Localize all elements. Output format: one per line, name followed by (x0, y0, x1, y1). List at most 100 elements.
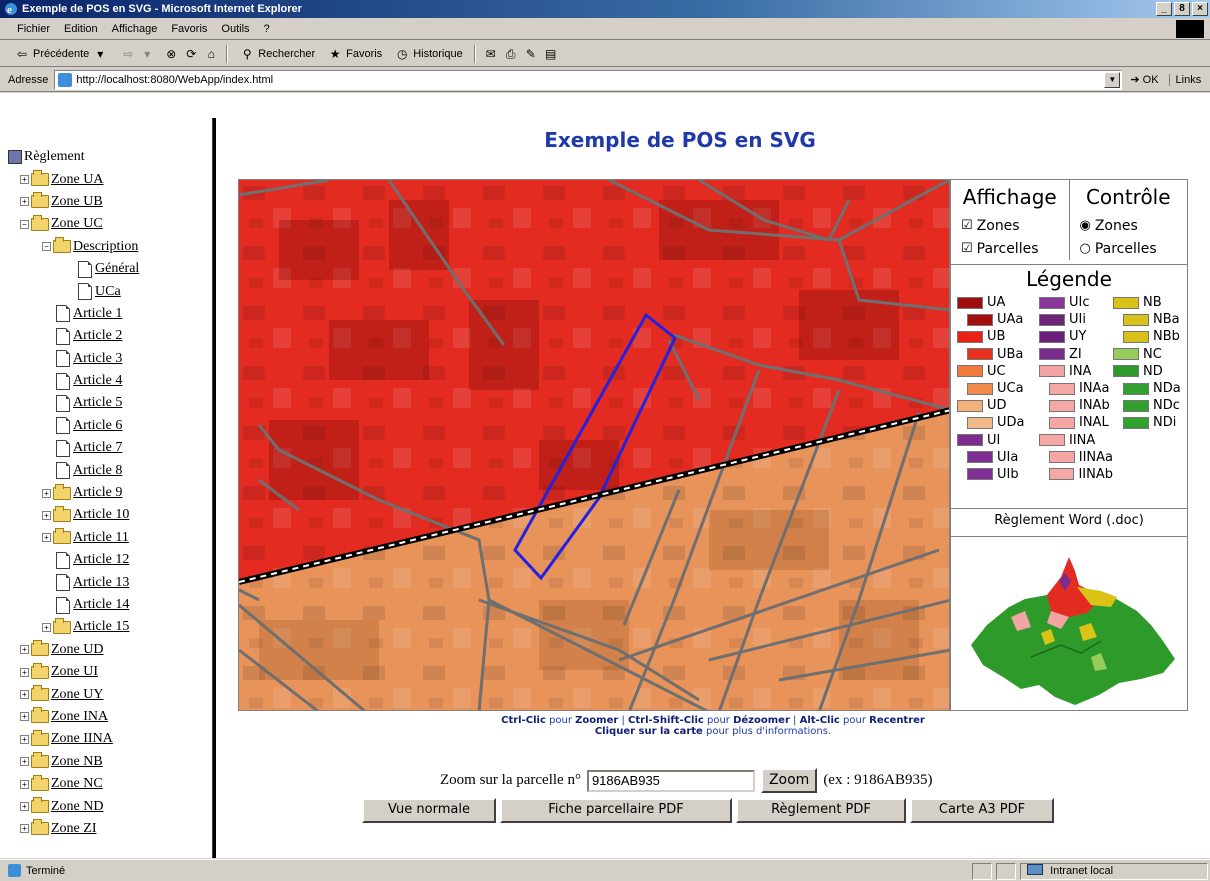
expand-icon[interactable]: + (20, 734, 29, 744)
menu-fichier[interactable]: Fichier (10, 23, 57, 35)
tree-node[interactable]: + Zone UA (8, 168, 212, 190)
parcel-number-input[interactable]: 9186AB935 (586, 769, 755, 792)
tree-node[interactable]: Article 7 (8, 437, 212, 459)
status-zone-panel: Intranet local (1020, 863, 1208, 880)
expand-icon[interactable]: + (20, 667, 29, 677)
tree-node[interactable]: + Article 9 (8, 482, 212, 504)
stop-icon[interactable]: ⊗ (163, 46, 179, 62)
discuss-icon[interactable]: ▤ (543, 46, 559, 62)
tree-node[interactable]: Article 1 (8, 303, 212, 325)
expand-icon[interactable]: + (20, 645, 29, 655)
expand-icon[interactable]: + (20, 824, 29, 834)
tree-node[interactable]: + Zone NB (8, 751, 212, 773)
tree-node[interactable]: + Article 11 (8, 527, 212, 549)
word-regulation-link[interactable]: Règlement Word (.doc) (951, 508, 1187, 532)
close-button[interactable]: × (1192, 2, 1208, 16)
search-button[interactable]: ⚲ Rechercher (235, 44, 319, 64)
print-icon[interactable]: ⎙ (503, 46, 519, 62)
expand-icon[interactable]: + (42, 510, 51, 520)
tree-node-label: Zone UC (51, 216, 103, 232)
expand-icon[interactable]: + (42, 533, 51, 543)
tree-node[interactable]: + Zone NC (8, 773, 212, 795)
expand-icon[interactable]: + (20, 197, 29, 207)
control-zones-radio[interactable]: ◉ Zones (1080, 214, 1188, 237)
tree-node[interactable]: Article 3 (8, 348, 212, 370)
expand-icon[interactable]: + (20, 690, 29, 700)
frame-divider[interactable] (212, 118, 216, 858)
collapse-icon[interactable]: − (42, 242, 51, 252)
collapse-icon[interactable]: − (20, 219, 29, 229)
expand-icon[interactable]: + (42, 622, 51, 632)
expand-icon[interactable]: + (20, 175, 29, 185)
home-icon[interactable]: ⌂ (203, 46, 219, 62)
back-arrow-icon: ⇦ (16, 46, 28, 61)
map-canvas[interactable] (239, 180, 950, 711)
mail-icon[interactable]: ✉ (483, 46, 499, 62)
tree-node[interactable]: + Article 10 (8, 504, 212, 526)
address-dropdown-icon[interactable]: ▼ (1104, 71, 1121, 88)
tree-node[interactable]: + Article 15 (8, 616, 212, 638)
tree-node[interactable]: Article 6 (8, 415, 212, 437)
chevron-down-icon[interactable]: ▾ (139, 46, 155, 62)
page-icon (58, 72, 73, 87)
display-parcels-checkbox[interactable]: ☑ Parcelles (961, 237, 1069, 260)
tree-node[interactable]: Article 13 (8, 571, 212, 593)
forward-button[interactable]: ⇨ ▾ (116, 44, 159, 64)
legend-item: UCa (957, 380, 1039, 397)
tree-node[interactable]: Article 4 (8, 370, 212, 392)
menu-help[interactable]: ? (257, 23, 277, 35)
expand-icon[interactable]: + (20, 712, 29, 722)
refresh-icon[interactable]: ⟳ (183, 46, 199, 62)
zoom-button[interactable]: Zoom (760, 768, 818, 793)
expand-icon[interactable]: + (20, 757, 29, 767)
overview-map-canvas[interactable] (951, 537, 1187, 711)
map-a3-pdf-button[interactable]: Carte A3 PDF (910, 798, 1054, 823)
back-button[interactable]: ⇦ Précédente ▾ (10, 44, 112, 64)
expand-icon[interactable]: + (42, 488, 51, 498)
tree-root[interactable]: Règlement (8, 146, 212, 168)
tree-node[interactable]: + Zone INA (8, 706, 212, 728)
minimize-button[interactable]: _ (1156, 2, 1172, 16)
history-button[interactable]: ◷ Historique (390, 44, 467, 64)
control-parcels-radio[interactable]: ○ Parcelles (1080, 237, 1188, 260)
menu-edition[interactable]: Edition (57, 23, 105, 35)
menu-favoris[interactable]: Favoris (164, 23, 214, 35)
window-title: Exemple de POS en SVG - Microsoft Intern… (22, 3, 302, 15)
tree-node[interactable]: + Zone UD (8, 639, 212, 661)
address-bar: Adresse http://localhost:8080/WebApp/ind… (0, 68, 1210, 92)
tree-node[interactable]: − Zone UC (8, 213, 212, 235)
tree-node[interactable]: Article 2 (8, 325, 212, 347)
tree-node[interactable]: + Zone ND (8, 795, 212, 817)
favorites-button[interactable]: ★ Favoris (323, 44, 386, 64)
chevron-down-icon[interactable]: ▾ (92, 46, 108, 62)
tree-node[interactable]: − Description (8, 236, 212, 258)
maximize-button[interactable]: 8 (1174, 2, 1190, 16)
menu-outils[interactable]: Outils (214, 23, 256, 35)
tree-node[interactable]: + Zone UY (8, 683, 212, 705)
expand-icon[interactable]: + (20, 779, 29, 789)
svg-map[interactable] (238, 179, 950, 711)
menu-affichage[interactable]: Affichage (105, 23, 165, 35)
tree-node[interactable]: + Zone IINA (8, 728, 212, 750)
normal-view-button[interactable]: Vue normale (362, 798, 496, 823)
tree-node[interactable]: + Zone UB (8, 191, 212, 213)
tree-node[interactable]: Article 14 (8, 594, 212, 616)
edit-icon[interactable]: ✎ (523, 46, 539, 62)
tree-node[interactable]: + Zone ZI (8, 818, 212, 840)
parcel-sheet-pdf-button[interactable]: Fiche parcellaire PDF (500, 798, 732, 823)
help-action-unzoom: Dézoomer (733, 715, 790, 726)
expand-icon[interactable]: + (20, 802, 29, 812)
tree-node[interactable]: + Zone UI (8, 661, 212, 683)
window-title-bar[interactable]: e Exemple de POS en SVG - Microsoft Inte… (0, 0, 1210, 18)
tree-node[interactable]: Général (8, 258, 212, 280)
tree-node[interactable]: Article 8 (8, 459, 212, 481)
overview-map[interactable] (951, 536, 1187, 710)
tree-node[interactable]: UCa (8, 280, 212, 302)
go-button[interactable]: ➔ OK (1130, 73, 1158, 86)
links-button[interactable]: Links (1168, 73, 1201, 86)
regulation-pdf-button[interactable]: Règlement PDF (736, 798, 906, 823)
tree-node[interactable]: Article 5 (8, 392, 212, 414)
tree-node[interactable]: Article 12 (8, 549, 212, 571)
address-input[interactable]: http://localhost:8080/WebApp/index.html … (54, 69, 1123, 90)
display-zones-checkbox[interactable]: ☑ Zones (961, 214, 1069, 237)
